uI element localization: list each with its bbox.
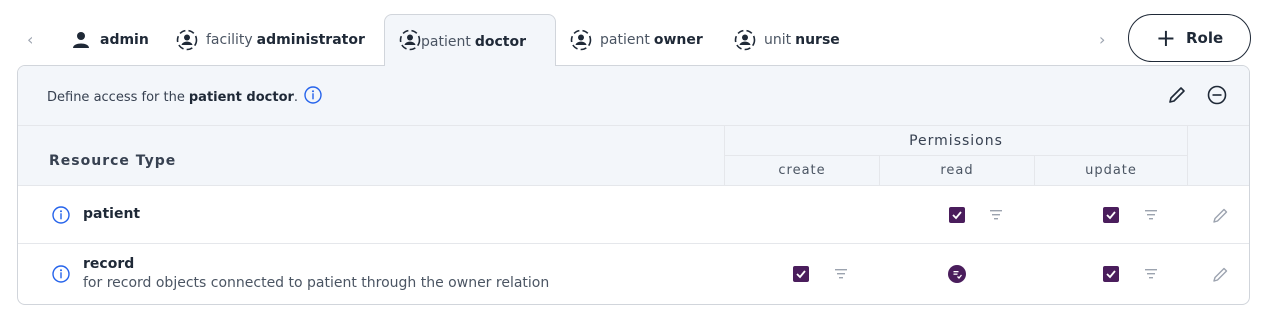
column-create-header: create xyxy=(724,156,879,186)
check-icon xyxy=(1106,270,1116,279)
tab-unit-nurse[interactable]: unit nurse xyxy=(734,28,840,52)
tab-admin[interactable]: admin xyxy=(70,28,149,52)
remove-role-icon[interactable] xyxy=(1206,84,1228,110)
info-icon[interactable] xyxy=(52,265,70,287)
read-filter-icon[interactable] xyxy=(988,207,1004,227)
panel-role: patient doctor xyxy=(188,89,294,105)
update-filter-icon[interactable] xyxy=(1143,266,1159,286)
resource-name: record xyxy=(83,256,135,272)
person-circle-icon xyxy=(734,29,756,51)
resource-type-header: Resource Type xyxy=(49,153,177,169)
table-header: Resource Type Permissions create read up… xyxy=(18,126,1249,186)
tab-label: doctor xyxy=(474,34,526,50)
read-checkbox[interactable] xyxy=(949,207,965,223)
add-role-label: Role xyxy=(1185,29,1224,47)
tab-prefix: patient xyxy=(421,34,471,50)
table-row-record: record for record objects connected to p… xyxy=(18,244,1249,304)
resource-name: patient xyxy=(83,206,141,222)
column-update-header: update xyxy=(1034,156,1188,186)
read-derived-icon[interactable] xyxy=(948,265,966,283)
create-filter-icon[interactable] xyxy=(833,266,849,286)
panel-suffix: . xyxy=(293,89,299,105)
tab-patient-doctor[interactable]: patient doctor xyxy=(384,14,556,66)
person-circle-icon xyxy=(570,29,592,51)
permissions-header: Permissions xyxy=(724,126,1188,156)
tab-label: administrator xyxy=(256,32,365,48)
add-role-button[interactable]: + Role xyxy=(1128,14,1251,62)
update-checkbox[interactable] xyxy=(1103,266,1119,282)
create-checkbox[interactable] xyxy=(793,266,809,282)
info-icon[interactable] xyxy=(304,86,322,108)
panel-header: Define access for the patient doctor . xyxy=(18,66,1249,126)
resource-description: for record objects connected to patient … xyxy=(83,275,550,291)
scroll-right-icon[interactable]: › xyxy=(1099,30,1105,50)
column-read-header: read xyxy=(879,156,1034,186)
plus-icon: + xyxy=(1155,24,1176,52)
person-icon xyxy=(70,29,92,51)
role-tabs-bar: ‹ admin facility administrator patient d… xyxy=(0,0,1268,66)
edit-row-icon[interactable] xyxy=(1211,205,1231,229)
check-icon xyxy=(796,270,806,279)
update-checkbox[interactable] xyxy=(1103,207,1119,223)
info-icon[interactable] xyxy=(52,206,70,228)
tab-patient-owner[interactable]: patient owner xyxy=(570,28,703,52)
tab-label: owner xyxy=(653,32,703,48)
tab-prefix: facility xyxy=(206,32,253,48)
table-row-patient: patient xyxy=(18,186,1249,244)
tab-label: admin xyxy=(100,32,149,48)
check-icon xyxy=(1106,211,1116,220)
tab-prefix: patient xyxy=(600,32,650,48)
tab-facility-administrator[interactable]: facility administrator xyxy=(176,28,365,52)
panel-description: Define access for the patient doctor . xyxy=(47,86,322,108)
check-icon xyxy=(952,211,962,220)
edit-row-icon[interactable] xyxy=(1211,264,1231,288)
tab-label: nurse xyxy=(795,32,840,48)
edit-role-icon[interactable] xyxy=(1166,84,1188,110)
tab-prefix: unit xyxy=(764,32,792,48)
person-circle-icon xyxy=(176,29,198,51)
panel-prefix: Define access for the xyxy=(47,89,185,105)
role-permissions-panel: Define access for the patient doctor . R… xyxy=(17,65,1250,305)
person-circle-icon xyxy=(399,29,421,55)
update-filter-icon[interactable] xyxy=(1143,207,1159,227)
scroll-left-icon[interactable]: ‹ xyxy=(27,30,33,50)
